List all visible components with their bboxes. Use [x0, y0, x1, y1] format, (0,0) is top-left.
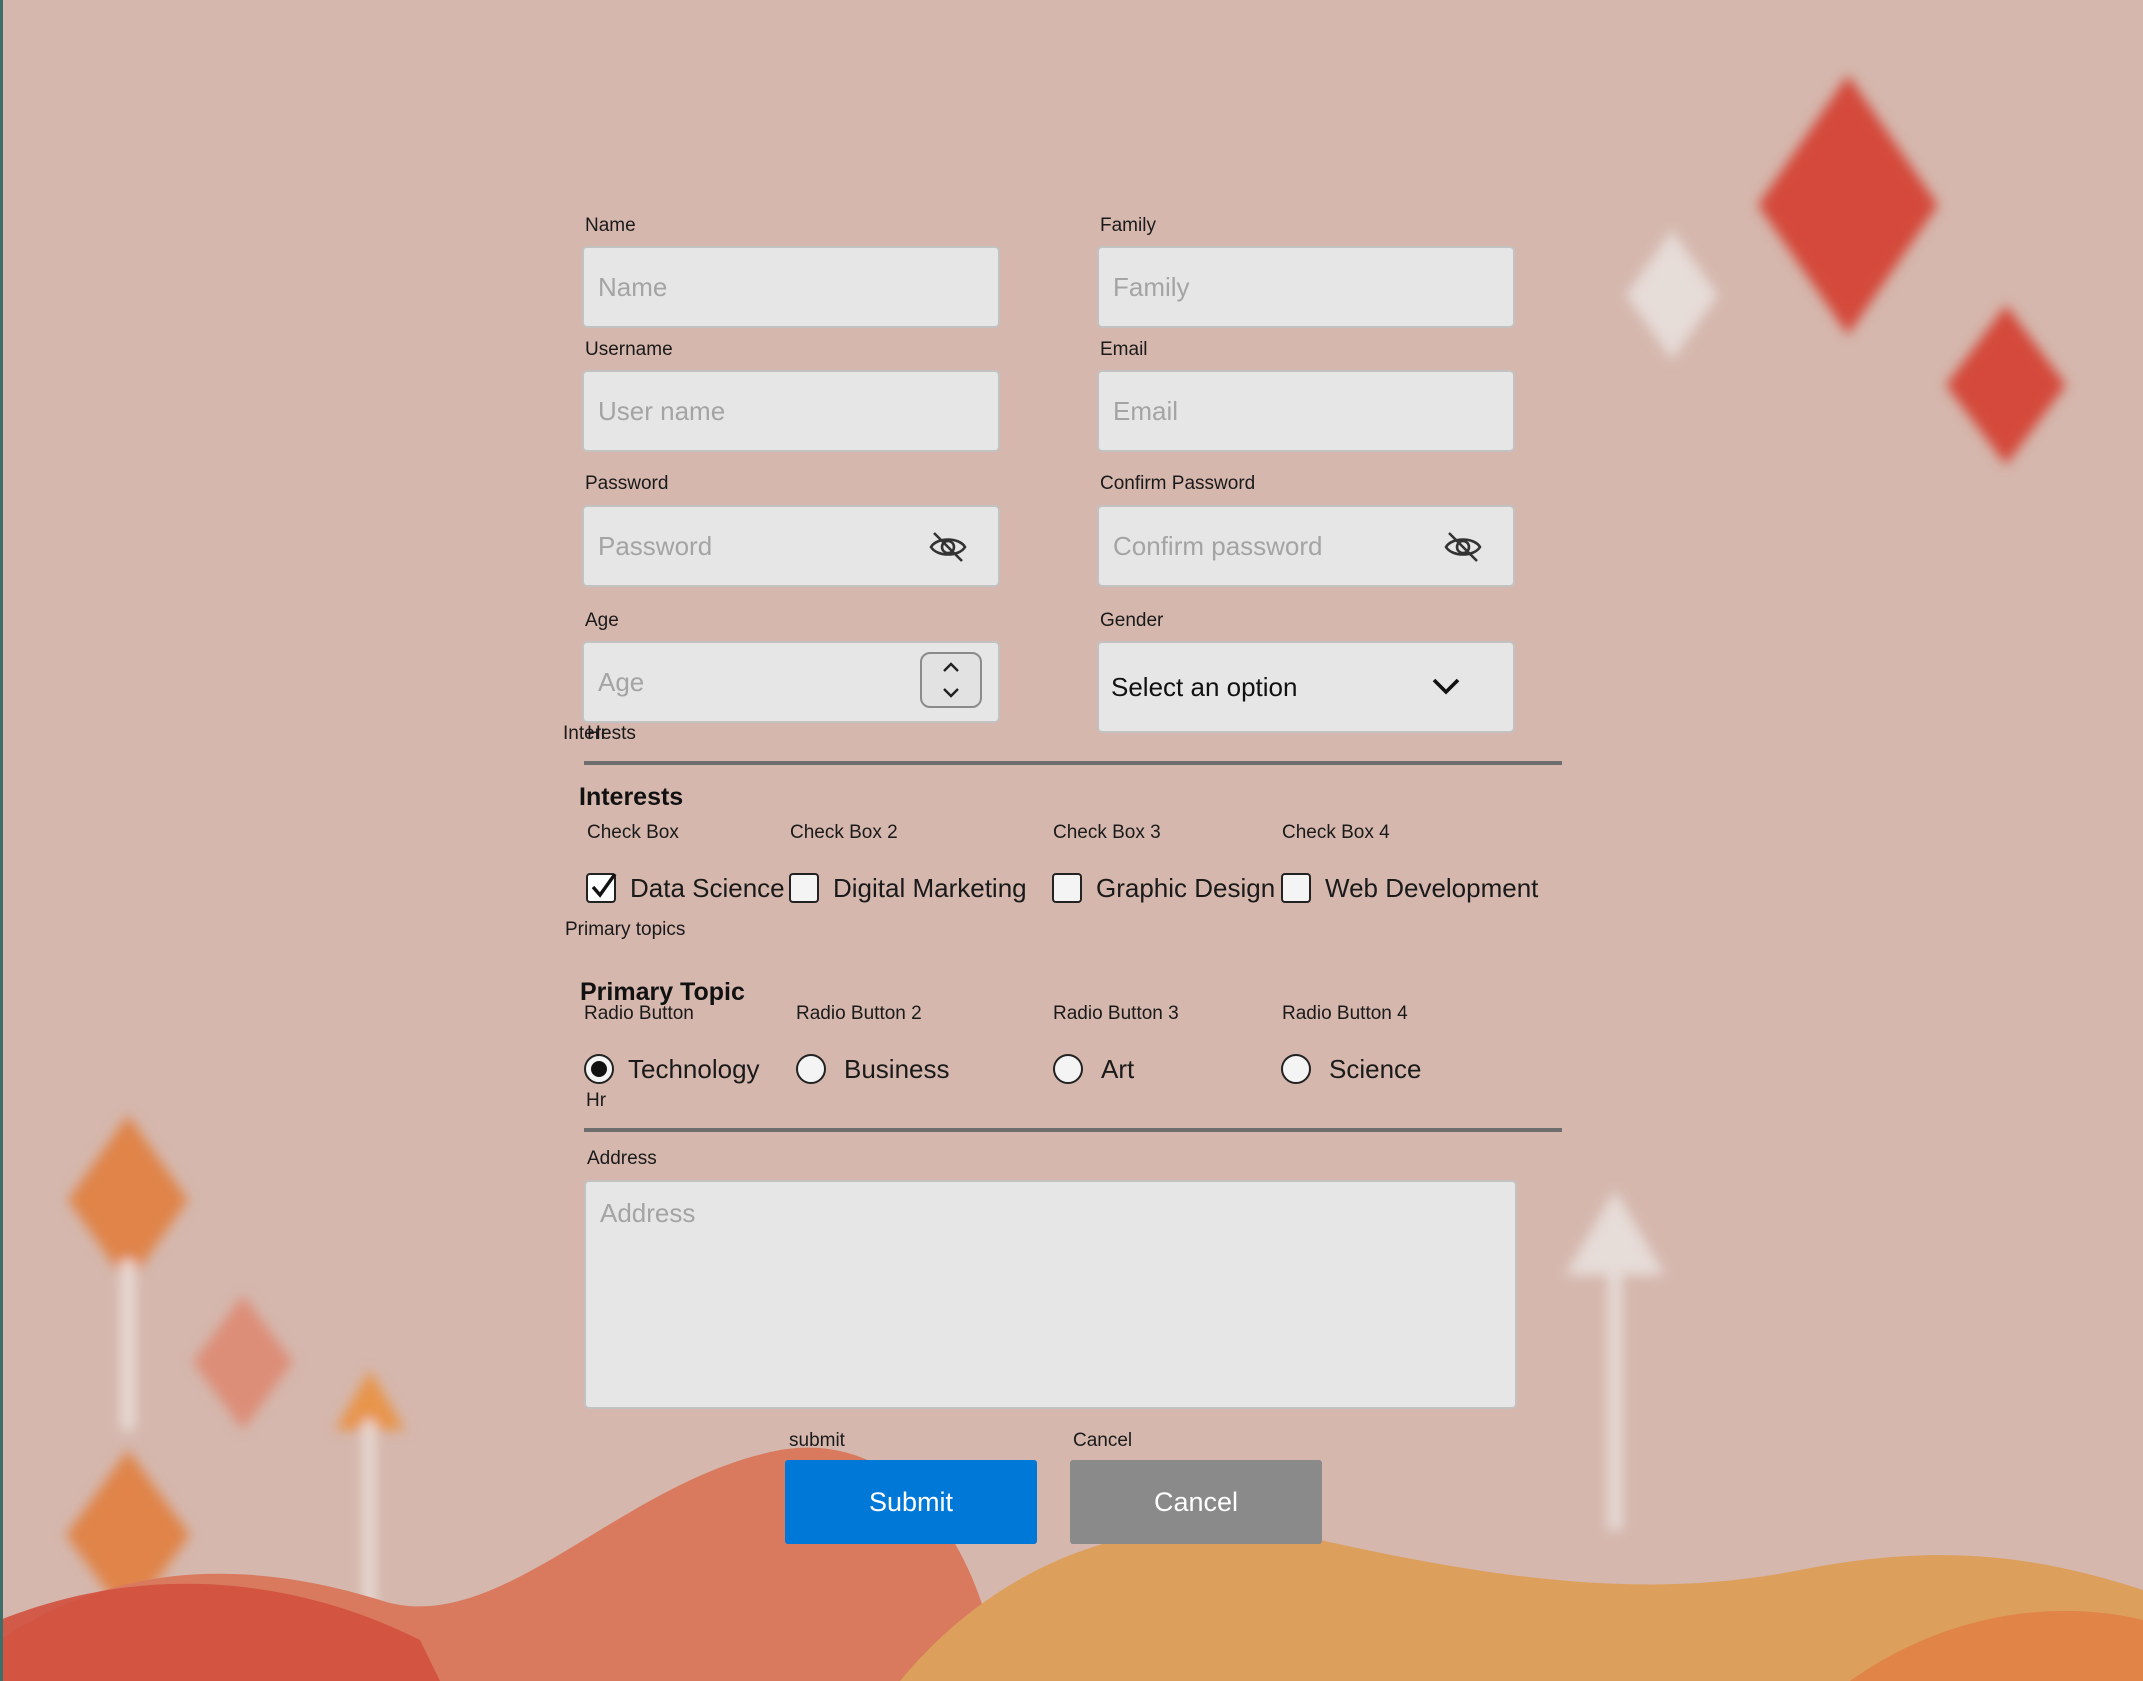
password-field-box: [582, 505, 1000, 587]
radio-caption: Radio Button 4: [1282, 1003, 1408, 1024]
checkbox-unchecked-icon: [789, 873, 819, 903]
email-input[interactable]: [1113, 372, 1499, 450]
radio-technology[interactable]: Technology: [584, 1049, 760, 1089]
confirm-password-field-box: [1097, 505, 1515, 587]
checkbox-label: Graphic Design: [1096, 872, 1276, 903]
radio-label: Business: [844, 1053, 950, 1084]
checkbox-caption: Check Box: [587, 822, 679, 843]
primary-topics-caption: Primary topics: [565, 919, 686, 940]
age-increment-button[interactable]: [922, 654, 980, 680]
radio-caption: Radio Button 3: [1053, 1003, 1179, 1024]
checkbox-caption: Check Box 2: [790, 822, 898, 843]
username-input[interactable]: [598, 372, 984, 450]
address-field-box: [584, 1180, 1517, 1409]
age-spinner: [920, 652, 982, 708]
radio-science[interactable]: Science: [1281, 1049, 1422, 1089]
username-label: Username: [585, 339, 673, 360]
radio-unselected-icon: [796, 1054, 826, 1084]
checkbox-unchecked-icon: [1052, 873, 1082, 903]
checkbox-web-development[interactable]: Web Development: [1281, 868, 1538, 908]
chevron-down-icon: [1432, 678, 1460, 695]
checkbox-caption: Check Box 4: [1282, 822, 1390, 843]
chevron-up-icon: [943, 662, 959, 672]
cancel-caption: Cancel: [1073, 1430, 1133, 1451]
age-field-box: [582, 641, 1000, 723]
checkbox-checked-icon: [586, 873, 617, 903]
radio-unselected-icon: [1053, 1054, 1083, 1084]
hr-caption: Hr: [587, 723, 608, 744]
age-input[interactable]: [598, 643, 898, 721]
interests-title: Interests: [579, 783, 684, 811]
gender-select[interactable]: Select an option: [1097, 641, 1515, 733]
address-textarea[interactable]: [600, 1198, 1501, 1393]
radio-unselected-icon: [1281, 1054, 1311, 1084]
password-label: Password: [585, 473, 669, 494]
checkbox-label: Digital Marketing: [833, 872, 1027, 903]
name-field-box: [582, 246, 1000, 328]
confirm-password-label: Confirm Password: [1100, 473, 1256, 494]
gender-selected-value: Select an option: [1111, 672, 1298, 702]
horizontal-rule: [584, 761, 1562, 765]
radio-caption: Radio Button: [584, 1003, 694, 1024]
email-field-box: [1097, 370, 1515, 452]
name-label: Name: [585, 215, 636, 236]
name-input[interactable]: [598, 248, 984, 326]
family-input[interactable]: [1113, 248, 1499, 326]
family-label: Family: [1100, 215, 1156, 236]
radio-selected-icon: [584, 1054, 614, 1084]
eye-off-icon[interactable]: [1443, 529, 1483, 565]
username-field-box: [582, 370, 1000, 452]
radio-label: Technology: [628, 1053, 760, 1084]
radio-label: Art: [1101, 1053, 1135, 1084]
radio-business[interactable]: Business: [796, 1049, 950, 1089]
radio-label: Science: [1329, 1053, 1422, 1084]
submit-button[interactable]: Submit: [785, 1460, 1037, 1544]
registration-form: Name Family Username Email Password Conf…: [0, 0, 2143, 1681]
email-label: Email: [1100, 339, 1148, 360]
family-field-box: [1097, 246, 1515, 328]
checkbox-caption: Check Box 3: [1053, 822, 1161, 843]
eye-off-icon[interactable]: [928, 529, 968, 565]
confirm-password-input[interactable]: [1113, 507, 1499, 585]
gender-label: Gender: [1100, 610, 1164, 631]
horizontal-rule: [584, 1128, 1562, 1132]
age-decrement-button[interactable]: [922, 680, 980, 706]
checkbox-data-science[interactable]: Data Science: [586, 868, 785, 908]
age-label: Age: [585, 610, 619, 631]
checkbox-graphic-design[interactable]: Graphic Design: [1052, 868, 1275, 908]
radio-caption: Radio Button 2: [796, 1003, 922, 1024]
radio-art[interactable]: Art: [1053, 1049, 1134, 1089]
cancel-button[interactable]: Cancel: [1070, 1460, 1322, 1544]
checkbox-digital-marketing[interactable]: Digital Marketing: [789, 868, 1027, 908]
address-label: Address: [587, 1148, 657, 1169]
checkbox-label: Web Development: [1325, 872, 1539, 903]
password-input[interactable]: [598, 507, 984, 585]
submit-caption: submit: [789, 1430, 845, 1451]
hr-caption: Hr: [586, 1090, 607, 1111]
chevron-down-icon: [943, 688, 959, 698]
checkbox-label: Data Science: [630, 872, 785, 903]
checkbox-unchecked-icon: [1281, 873, 1311, 903]
